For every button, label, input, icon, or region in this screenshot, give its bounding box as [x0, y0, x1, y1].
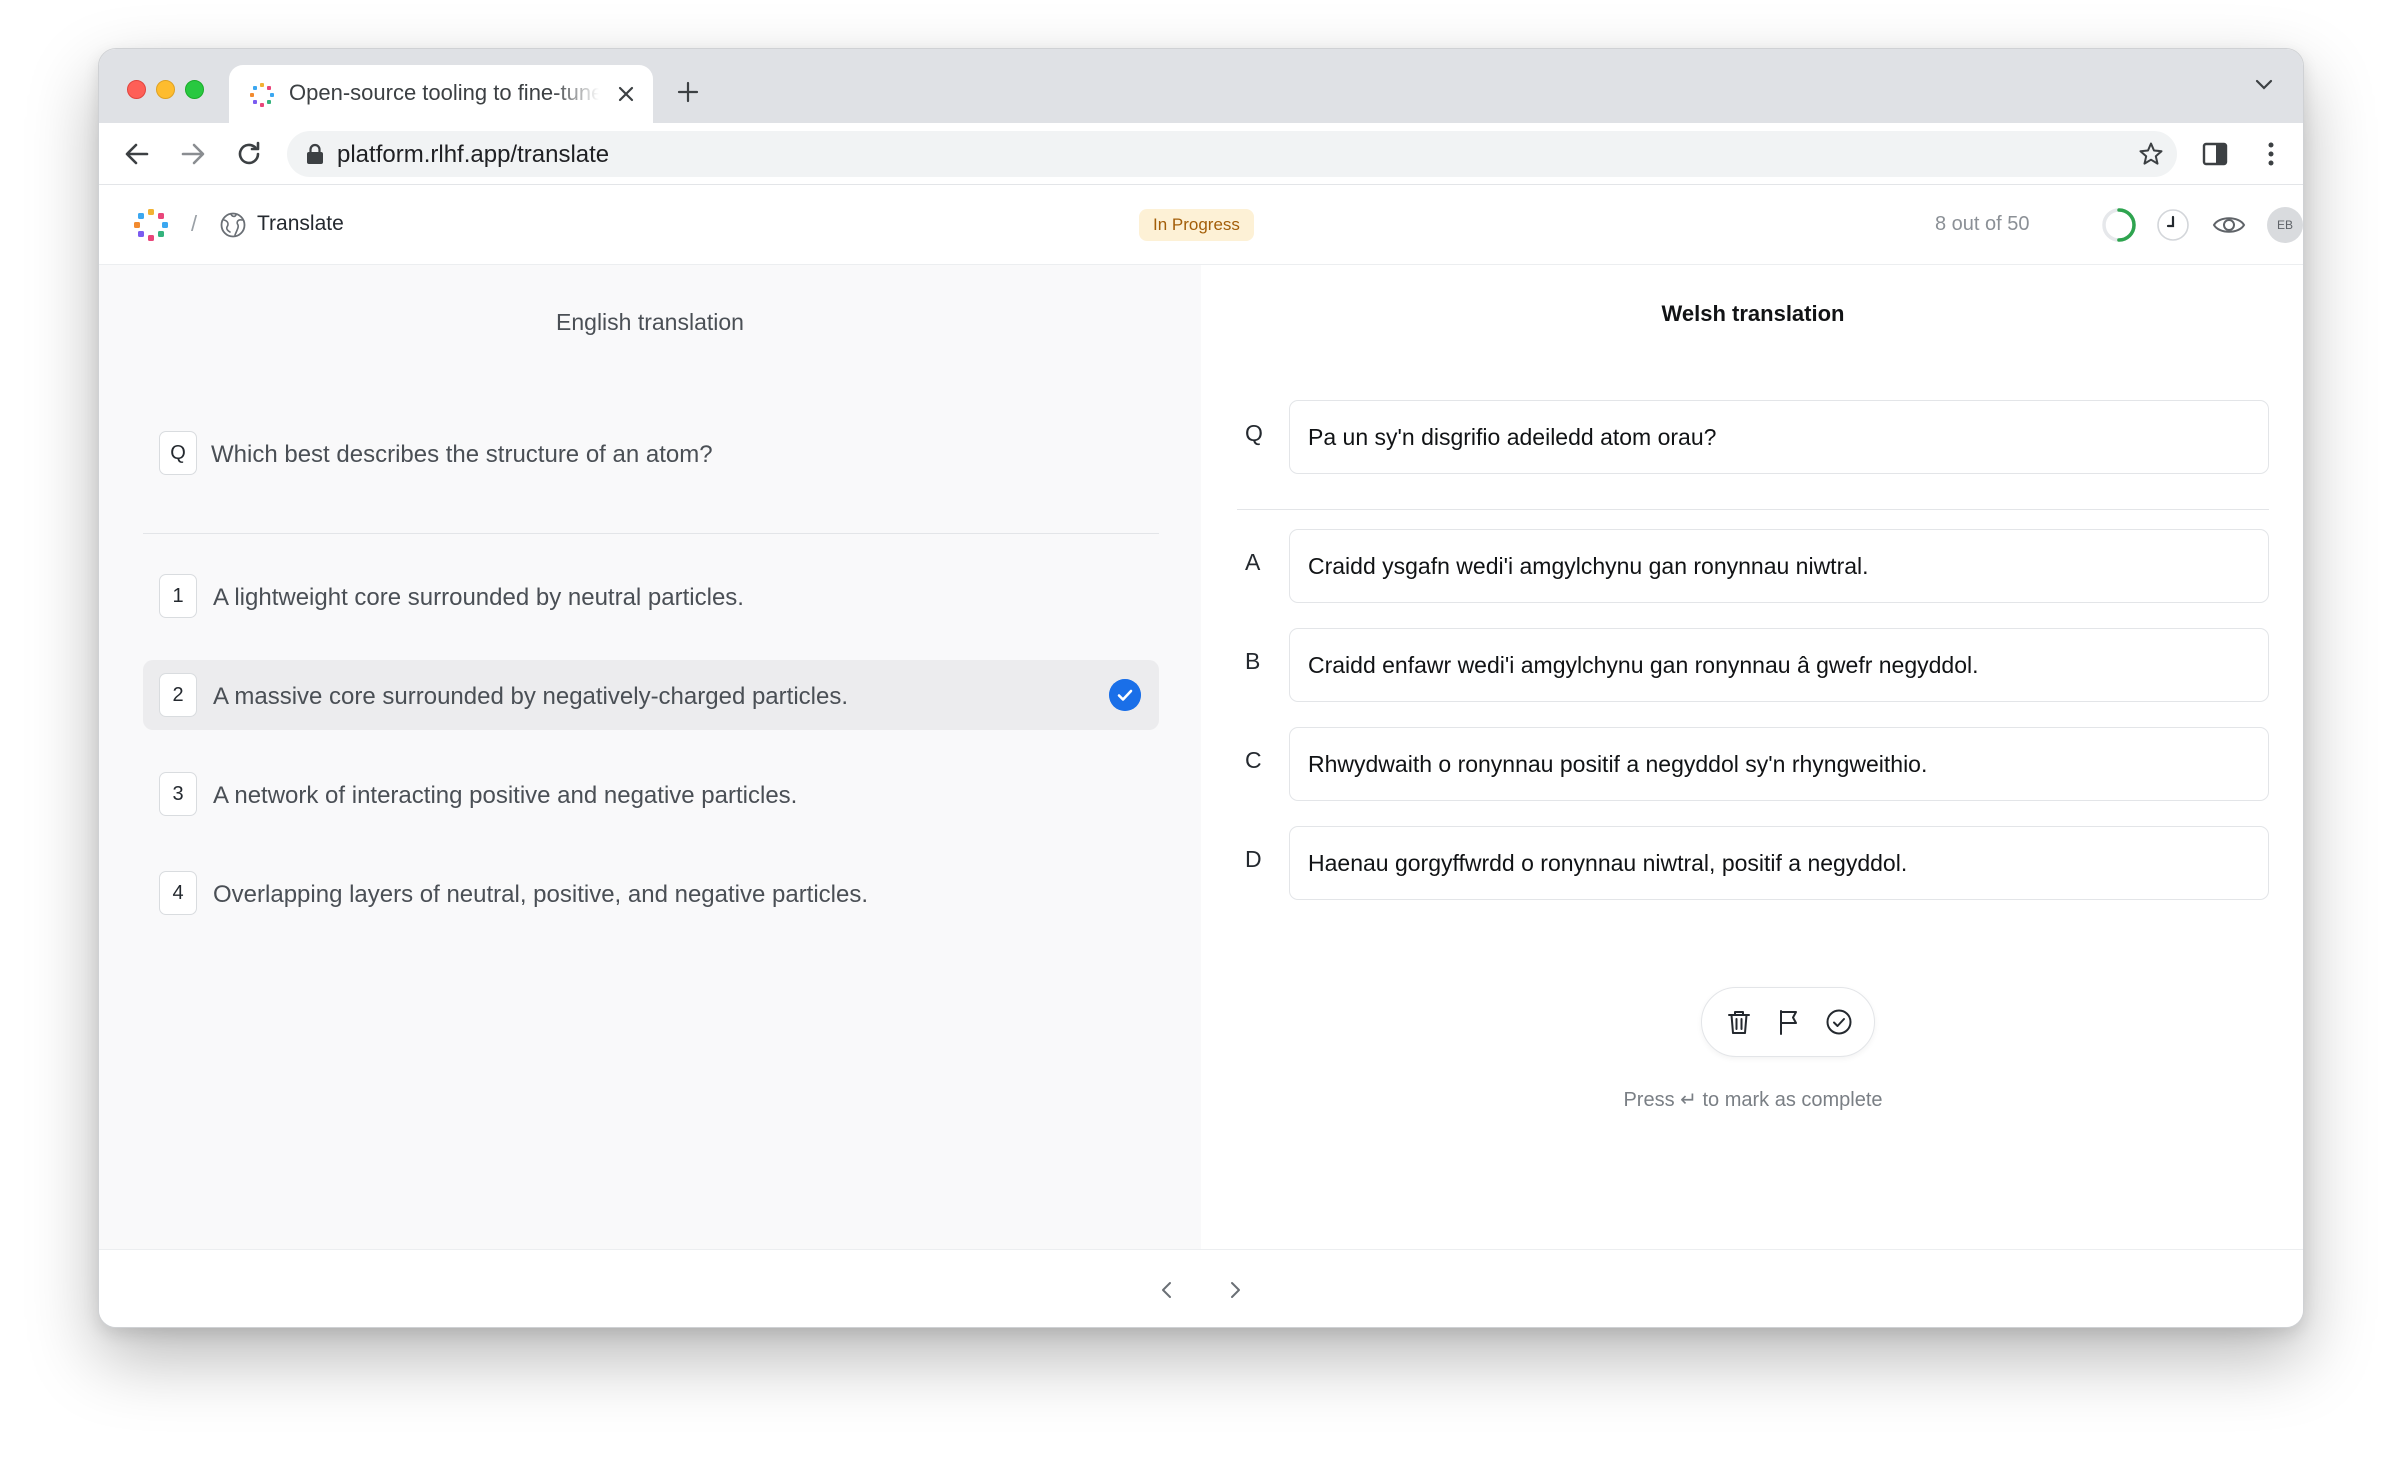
globe-icon — [220, 212, 246, 238]
answer-option-2[interactable]: 2 A massive core surrounded by negativel… — [143, 660, 1159, 730]
option-letter: C — [1245, 747, 1262, 773]
welsh-option-d-row: D Haenau gorgyffwrdd o ronynnau niwtral,… — [1237, 826, 2269, 900]
option-text: Overlapping layers of neutral, positive,… — [213, 881, 869, 908]
keyboard-hint: Press ↵ to mark as complete — [1623, 1089, 1883, 1111]
back-arrow-icon[interactable] — [121, 138, 153, 170]
option-text: A network of interacting positive and ne… — [213, 782, 798, 809]
previous-chevron-icon[interactable] — [1153, 1276, 1181, 1304]
question-key: Q — [159, 431, 197, 475]
selected-check-icon — [1109, 679, 1141, 711]
tab-strip: Open-source tooling to fine-tune — [99, 49, 2303, 123]
breadcrumb-translate[interactable]: Translate — [257, 212, 344, 236]
tab-title: Open-source tooling to fine-tune — [289, 80, 599, 105]
welsh-option-d-field[interactable]: Haenau gorgyffwrdd o ronynnau niwtral, p… — [1289, 826, 2269, 900]
option-text: A massive core surrounded by negatively-… — [213, 683, 848, 710]
preview-eye-icon[interactable] — [2211, 207, 2247, 243]
user-avatar[interactable]: EB — [2267, 207, 2303, 243]
progress-ring-icon — [2102, 208, 2136, 242]
welsh-question-field[interactable]: Pa un sy'n disgrifio adeiledd atom orau? — [1289, 400, 2269, 474]
browser-tab[interactable]: Open-source tooling to fine-tune — [229, 65, 653, 123]
breadcrumb-separator: / — [191, 211, 198, 236]
question-letter: Q — [1245, 420, 1263, 446]
option-text: A lightweight core surrounded by neutral… — [213, 584, 744, 611]
status-badge: In Progress — [1139, 209, 1254, 241]
bookmark-star-icon[interactable] — [2137, 140, 2165, 168]
browser-window: Open-source tooling to fine-tune platfor… — [98, 48, 2304, 1328]
home-logo-icon[interactable] — [133, 207, 169, 243]
more-menu-icon[interactable] — [2255, 138, 2287, 170]
welsh-option-b-row: B Craidd enfawr wedi'i amgylchynu gan ro… — [1237, 628, 2269, 702]
maximize-window-button[interactable] — [185, 80, 204, 99]
lock-icon — [307, 143, 323, 164]
minimize-window-button[interactable] — [156, 80, 175, 99]
address-bar[interactable]: platform.rlhf.app/translate — [287, 131, 2177, 177]
question-divider — [143, 533, 1159, 534]
reload-icon[interactable] — [233, 138, 265, 170]
english-question: Q Which best describes the structure of … — [159, 431, 1175, 479]
next-chevron-icon[interactable] — [1221, 1276, 1249, 1304]
forward-arrow-icon[interactable] — [177, 138, 209, 170]
welsh-option-c-field[interactable]: Rhwydwaith o ronynnau positif a negyddol… — [1289, 727, 2269, 801]
progress-counter: 8 out of 50 — [1935, 213, 2030, 235]
answer-option-3[interactable]: 3 A network of interacting positive and … — [143, 759, 1159, 829]
welsh-option-a-row: A Craidd ysgafn wedi'i amgylchynu gan ro… — [1237, 529, 2269, 603]
url-text: platform.rlhf.app/translate — [337, 141, 610, 168]
mark-complete-icon[interactable] — [1824, 1007, 1854, 1037]
translation-divider — [1237, 509, 2269, 510]
question-text: Which best describes the structure of an… — [211, 441, 713, 468]
welsh-question-row: Q Pa un sy'n disgrifio adeiledd atom ora… — [1237, 400, 2269, 474]
welsh-panel-title: Welsh translation — [1661, 301, 1845, 326]
trash-icon[interactable] — [1724, 1007, 1754, 1037]
close-tab-icon[interactable] — [613, 81, 639, 107]
answer-option-4[interactable]: 4 Overlapping layers of neutral, positiv… — [143, 858, 1159, 928]
new-tab-icon[interactable] — [675, 79, 701, 105]
pagination-footer — [99, 1249, 2303, 1327]
action-button-group — [1701, 987, 1875, 1057]
timer-icon[interactable] — [2155, 207, 2191, 243]
option-letter: B — [1245, 648, 1261, 674]
tab-search-chevron-icon[interactable] — [2251, 71, 2277, 97]
option-letter: D — [1245, 846, 1262, 872]
option-key: 3 — [159, 772, 197, 816]
option-letter: A — [1245, 549, 1261, 575]
english-panel-title: English translation — [556, 309, 744, 335]
app-header: / Translate In Progress 8 out of 50 EB — [99, 185, 2303, 265]
flag-icon[interactable] — [1774, 1007, 1804, 1037]
welsh-panel: Welsh translation Q Pa un sy'n disgrifio… — [1201, 265, 2303, 1249]
english-panel: English translation Q Which best describ… — [99, 265, 1201, 1249]
app-logo-icon — [250, 83, 274, 107]
answer-option-1[interactable]: 1 A lightweight core surrounded by neutr… — [143, 561, 1159, 631]
side-panel-icon[interactable] — [2199, 138, 2231, 170]
welsh-option-a-field[interactable]: Craidd ysgafn wedi'i amgylchynu gan rony… — [1289, 529, 2269, 603]
welsh-option-b-field[interactable]: Craidd enfawr wedi'i amgylchynu gan rony… — [1289, 628, 2269, 702]
option-key: 2 — [159, 673, 197, 717]
browser-toolbar: platform.rlhf.app/translate — [99, 123, 2303, 185]
option-key: 4 — [159, 871, 197, 915]
welsh-option-c-row: C Rhwydwaith o ronynnau positif a negydd… — [1237, 727, 2269, 801]
option-key: 1 — [159, 574, 197, 618]
close-window-button[interactable] — [127, 80, 146, 99]
